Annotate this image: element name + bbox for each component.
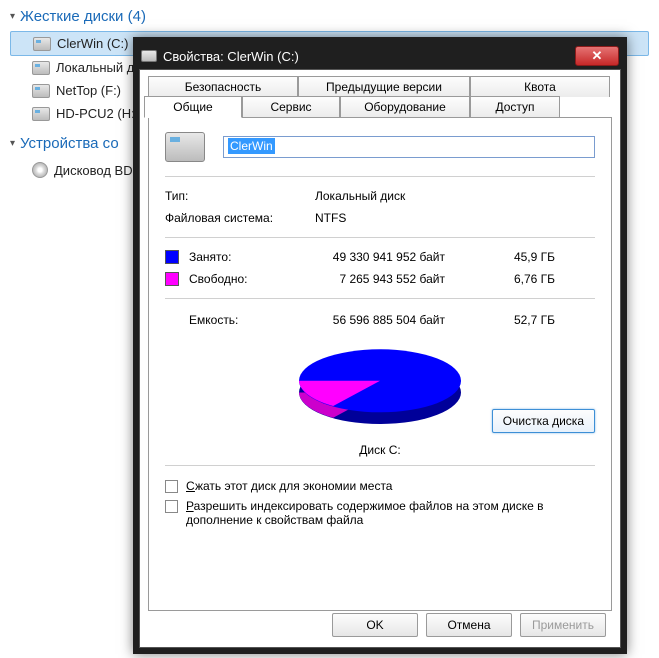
- device-label: Дисковод BD: [54, 163, 133, 178]
- used-swatch: [165, 250, 179, 264]
- drive-label: Локальный д: [56, 60, 134, 75]
- tab-sharing[interactable]: Доступ: [470, 96, 560, 117]
- compress-checkbox[interactable]: [165, 480, 178, 493]
- tab-general[interactable]: Общие: [144, 96, 242, 118]
- type-value: Локальный диск: [315, 189, 595, 203]
- filesystem-label: Файловая система:: [165, 211, 315, 225]
- dialog-title: Свойства: ClerWin (C:): [163, 49, 575, 64]
- cancel-button[interactable]: Отмена: [426, 613, 512, 637]
- index-label: Разрешить индексировать содержимое файло…: [186, 499, 595, 527]
- tab-security[interactable]: Безопасность: [148, 76, 298, 97]
- properties-dialog: Свойства: ClerWin (C:) ✕ Безопасность Пр…: [133, 37, 627, 654]
- general-panel: ClerWin Тип: Локальный диск Файловая сис…: [148, 117, 612, 611]
- free-gb: 6,76 ГБ: [475, 272, 555, 286]
- used-gb: 45,9 ГБ: [475, 250, 555, 264]
- hard-drives-group[interactable]: ▾ Жесткие диски (4): [10, 8, 649, 25]
- index-checkbox[interactable]: [165, 500, 178, 513]
- tab-quota[interactable]: Квота: [470, 76, 610, 97]
- disk-label: Диск C:: [165, 439, 595, 457]
- free-bytes: 7 265 943 552 байт: [305, 272, 475, 286]
- compress-label: Сжать этот диск для экономии места: [186, 479, 392, 493]
- capacity-label: Емкость:: [165, 313, 305, 327]
- tab-tools[interactable]: Сервис: [242, 96, 340, 117]
- collapse-icon: ▾: [10, 138, 15, 149]
- group-title: Жесткие диски (4): [20, 8, 146, 25]
- drive-name-value: ClerWin: [228, 138, 275, 154]
- group-title: Устройства со: [20, 135, 119, 152]
- drive-label: HD-PCU2 (H:): [56, 106, 139, 121]
- separator: [165, 176, 595, 177]
- disc-icon: [32, 162, 48, 178]
- capacity-gb: 52,7 ГБ: [475, 313, 555, 327]
- type-label: Тип:: [165, 189, 315, 203]
- free-label: Свободно:: [189, 272, 305, 286]
- drive-icon: [33, 37, 51, 51]
- filesystem-value: NTFS: [315, 211, 595, 225]
- separator: [165, 465, 595, 466]
- close-button[interactable]: ✕: [575, 46, 619, 66]
- separator: [165, 298, 595, 299]
- tab-previous-versions[interactable]: Предыдущие версии: [298, 76, 470, 97]
- drive-name-input[interactable]: ClerWin: [223, 136, 595, 158]
- titlebar[interactable]: Свойства: ClerWin (C:) ✕: [139, 43, 621, 69]
- drive-icon: [32, 84, 50, 98]
- close-icon: ✕: [592, 48, 603, 64]
- usage-pie-chart: [290, 343, 470, 433]
- used-bytes: 49 330 941 952 байт: [305, 250, 475, 264]
- drive-icon: [32, 61, 50, 75]
- drive-icon: [32, 107, 50, 121]
- drive-icon: [165, 132, 205, 162]
- drive-label: ClerWin (C:): [57, 36, 129, 51]
- collapse-icon: ▾: [10, 11, 15, 22]
- disk-cleanup-button[interactable]: Очистка диска: [492, 409, 595, 433]
- separator: [165, 237, 595, 238]
- drive-icon: [141, 50, 157, 62]
- capacity-bytes: 56 596 885 504 байт: [305, 313, 475, 327]
- free-swatch: [165, 272, 179, 286]
- tab-hardware[interactable]: Оборудование: [340, 96, 470, 117]
- apply-button[interactable]: Применить: [520, 613, 606, 637]
- used-label: Занято:: [189, 250, 305, 264]
- drive-label: NetTop (F:): [56, 83, 121, 98]
- ok-button[interactable]: OK: [332, 613, 418, 637]
